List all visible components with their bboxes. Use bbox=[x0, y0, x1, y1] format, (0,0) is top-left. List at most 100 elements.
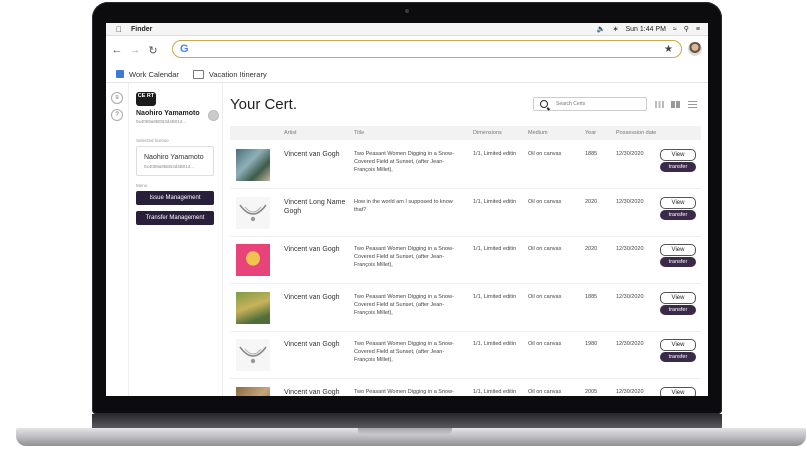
transfer-management-button[interactable]: Transfer Management bbox=[136, 211, 214, 225]
view-button[interactable]: View bbox=[660, 244, 696, 256]
dimensions-cell: 1/1, Limited editin bbox=[473, 151, 517, 157]
table-row[interactable]: Vincent van Gogh Two Peasant Women Diggin… bbox=[230, 331, 701, 379]
camera-icon bbox=[405, 9, 409, 13]
view-button[interactable]: View bbox=[660, 386, 696, 396]
table-row[interactable]: Vincent van Gogh Two Peasant Women Diggin… bbox=[230, 236, 701, 284]
table-row[interactable]: Vincent van Gogh Two Peasant Women Diggin… bbox=[230, 141, 701, 189]
control-center-icon[interactable]: ≡ bbox=[696, 26, 700, 33]
artwork-thumbnail[interactable] bbox=[236, 291, 270, 324]
medium-cell: Oil on canvas bbox=[528, 198, 562, 205]
grid-view-icon[interactable] bbox=[671, 101, 680, 108]
laptop-notch bbox=[358, 428, 452, 435]
search-icon bbox=[540, 100, 548, 108]
column-header[interactable]: Possession date bbox=[616, 130, 656, 136]
menubar-clock[interactable]: Sun 1:44 PM bbox=[625, 26, 665, 33]
selected-license-box[interactable]: Naohiro Yamamoto 0x4069a95EB3d4B014... bbox=[136, 146, 214, 176]
dimensions-cell: 1/1, Limited editin bbox=[473, 246, 517, 252]
reload-icon[interactable]: ↻ bbox=[146, 44, 160, 57]
back-icon[interactable]: ← bbox=[110, 44, 124, 56]
forward-icon[interactable]: → bbox=[128, 44, 142, 56]
mac-menubar:  Finder 🔈 ∗ Sun 1:44 PM ≈ ⚲ ≡ bbox=[106, 23, 708, 36]
volume-icon[interactable]: 🔈 bbox=[597, 25, 606, 33]
medium-cell: Oil on canvas bbox=[528, 293, 562, 300]
title-cell: How in the world am I supposed to know t… bbox=[354, 198, 453, 213]
possession-date-cell: 12/30/2020 bbox=[616, 198, 644, 205]
artwork-thumbnail[interactable] bbox=[236, 339, 270, 371]
table-row[interactable]: Vincent Long Name Gogh How in the world a… bbox=[230, 189, 701, 237]
browser-toolbar: ← → ↻ G ★ bbox=[106, 36, 708, 64]
dimensions-cell: 1/1, Limited editin bbox=[473, 293, 517, 300]
artist-cell: Vincent van Gogh bbox=[284, 341, 340, 348]
bluetooth-icon[interactable]: ∗ bbox=[613, 25, 619, 33]
star-icon[interactable]: ★ bbox=[664, 44, 673, 55]
artist-cell: Vincent Long Name Gogh bbox=[284, 198, 346, 215]
main-content: Your Cert. Artist Title Dimensions Mediu… bbox=[222, 83, 708, 396]
screen:  Finder 🔈 ∗ Sun 1:44 PM ≈ ⚲ ≡ ← → ↻ G ★… bbox=[106, 23, 708, 396]
help-icon[interactable]: ? bbox=[111, 109, 123, 121]
user-address: 0x4069a95EB3d4B014... bbox=[136, 119, 187, 124]
possession-date-cell: 12/30/2020 bbox=[616, 293, 644, 300]
user-name: Naohiro Yamamoto bbox=[136, 110, 200, 117]
bookmarks-bar: Work Calendar Vacation Itinerary bbox=[106, 66, 708, 83]
title-cell: Two Peasant Women Digging in a Snow-Cove… bbox=[354, 293, 454, 316]
transfer-button[interactable]: transfer bbox=[660, 304, 696, 315]
transfer-button[interactable]: transfer bbox=[660, 162, 696, 172]
year-cell: 1885 bbox=[585, 151, 598, 157]
sidebar: CE RT Naohiro Yamamoto 0x4069a95EB3d4B01… bbox=[128, 83, 223, 396]
address-bar[interactable]: G ★ bbox=[172, 40, 682, 58]
year-cell: 2020 bbox=[585, 246, 598, 252]
laptop-hinge bbox=[92, 414, 722, 428]
menubar-app-name[interactable]: Finder bbox=[131, 26, 152, 33]
profile-avatar[interactable] bbox=[688, 42, 702, 56]
possession-date-cell: 12/30/2020 bbox=[616, 341, 644, 347]
view-button[interactable]: View bbox=[660, 196, 696, 209]
possession-date-cell: 12/30/2020 bbox=[616, 388, 644, 395]
artist-cell: Vincent van Gogh bbox=[284, 293, 340, 301]
artwork-thumbnail[interactable] bbox=[236, 149, 270, 181]
settings-icon[interactable] bbox=[208, 110, 219, 121]
medium-cell: Oil on canvas bbox=[528, 341, 562, 347]
column-header[interactable]: Medium bbox=[528, 130, 548, 136]
year-cell: 2020 bbox=[585, 198, 598, 205]
cert-logo: CE RT bbox=[136, 92, 156, 106]
year-cell: 1980 bbox=[585, 341, 598, 347]
year-cell: 2005 bbox=[585, 388, 598, 395]
dimensions-cell: 1/1, Limited editin bbox=[473, 388, 517, 395]
wifi-icon[interactable]: ≈ bbox=[673, 26, 677, 33]
table-row[interactable]: Vincent van Gogh Two Peasant Women Diggin… bbox=[230, 379, 701, 396]
list-view-icon[interactable] bbox=[688, 101, 697, 108]
search-input[interactable] bbox=[554, 100, 646, 108]
medium-cell: Oil on canvas bbox=[528, 151, 562, 157]
issue-management-button[interactable]: Issue Management bbox=[136, 191, 214, 205]
dimensions-cell: 1/1, Limited editin bbox=[473, 198, 517, 205]
app-area: ≡ ? CE RT Naohiro Yamamoto 0x4069a95EB3d… bbox=[106, 83, 708, 396]
selected-license-label: Selected license bbox=[136, 138, 169, 143]
artwork-thumbnail[interactable] bbox=[236, 196, 270, 229]
search-box[interactable] bbox=[533, 97, 647, 111]
small-grid-view-icon[interactable] bbox=[655, 101, 664, 108]
column-header[interactable]: Title bbox=[354, 130, 364, 136]
column-header[interactable]: Year bbox=[585, 130, 596, 136]
apple-icon[interactable]:  bbox=[116, 25, 122, 34]
column-header[interactable]: Artist bbox=[284, 130, 297, 136]
year-cell: 1885 bbox=[585, 293, 598, 300]
artist-cell: Vincent van Gogh bbox=[284, 246, 340, 253]
artwork-thumbnail[interactable] bbox=[236, 244, 270, 276]
column-header[interactable]: Dimensions bbox=[473, 130, 502, 136]
view-button[interactable]: View bbox=[660, 149, 696, 161]
view-button[interactable]: View bbox=[660, 339, 696, 351]
table-row[interactable]: Vincent van Gogh Two Peasant Women Diggin… bbox=[230, 284, 701, 332]
menu-label: Menu bbox=[136, 183, 148, 188]
bookmark-vacation-itinerary[interactable]: Vacation Itinerary bbox=[189, 69, 267, 79]
folder-icon bbox=[192, 69, 204, 79]
menu-icon[interactable]: ≡ bbox=[111, 92, 123, 104]
google-icon: G bbox=[180, 43, 189, 55]
view-button[interactable]: View bbox=[660, 291, 696, 304]
spotlight-icon[interactable]: ⚲ bbox=[684, 25, 689, 33]
title-cell: Two Peasant Women Digging in a Snow-Cove… bbox=[354, 388, 454, 395]
transfer-button[interactable]: transfer bbox=[660, 209, 696, 220]
transfer-button[interactable]: transfer bbox=[660, 257, 696, 267]
bookmark-work-calendar[interactable]: Work Calendar bbox=[116, 70, 179, 79]
artwork-thumbnail[interactable] bbox=[236, 386, 270, 396]
transfer-button[interactable]: transfer bbox=[660, 352, 696, 362]
